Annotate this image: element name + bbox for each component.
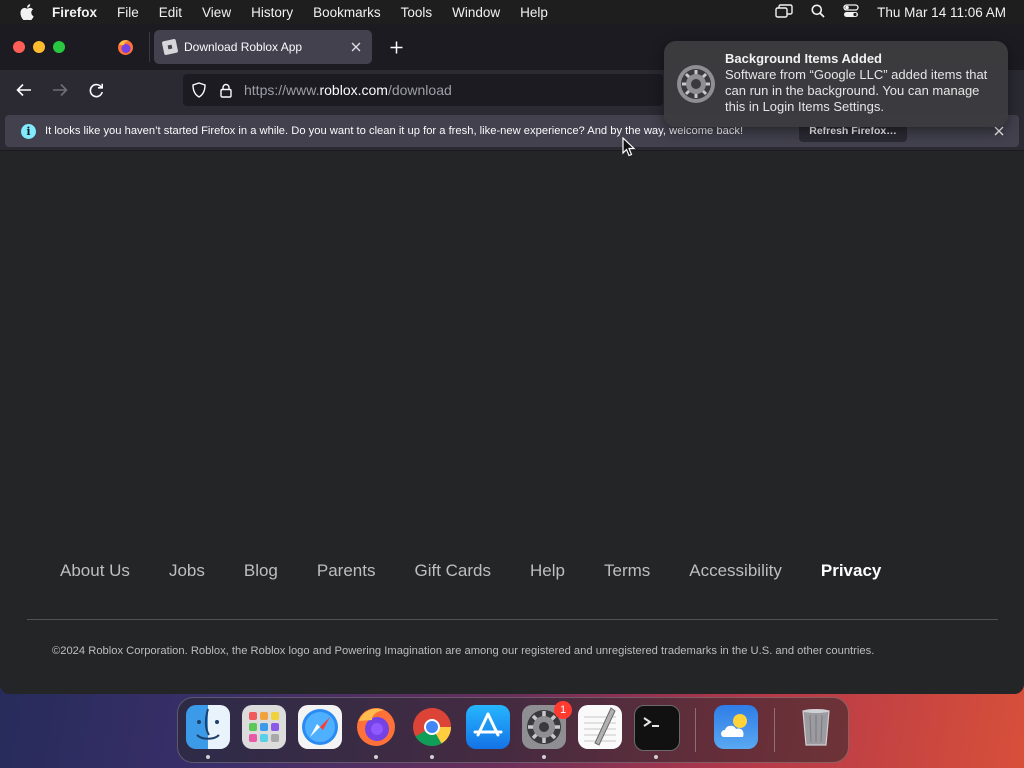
footer-links: About Us Jobs Blog Parents Gift Cards He… [60,561,960,581]
chrome-icon[interactable] [410,705,454,749]
firefox-running-indicator [374,755,378,759]
reload-icon [89,83,103,97]
url-path: /download [387,82,452,98]
menu-help[interactable]: Help [520,5,548,20]
roblox-favicon-icon [161,38,179,56]
footer-link-privacy[interactable]: Privacy [821,561,882,581]
control-center-icon[interactable] [843,3,859,21]
finder-icon[interactable] [186,705,230,749]
footer-link-terms[interactable]: Terms [604,561,650,581]
settings-running-indicator [542,755,546,759]
footer-link-accessibility[interactable]: Accessibility [689,561,782,581]
padlock-icon[interactable] [219,82,233,98]
screen-mirroring-icon[interactable] [775,3,793,21]
terminal-icon[interactable] [634,705,680,751]
window-zoom-button[interactable] [53,41,65,53]
firefox-view-icon[interactable] [117,39,134,56]
background-items-notification[interactable]: Background Items Added Software from “Go… [664,41,1008,127]
mouse-pointer-icon [622,136,636,157]
footer-divider [27,619,998,620]
notification-title: Background Items Added [725,51,882,66]
settings-badge: 1 [554,701,572,719]
footer-link-gift-cards[interactable]: Gift Cards [414,561,491,581]
url-prefix: https://www. [244,82,320,98]
menu-history[interactable]: History [251,5,293,20]
arrow-left-icon [16,83,31,97]
chrome-running-indicator [430,755,434,759]
menu-app-name[interactable]: Firefox [52,5,97,20]
safari-icon[interactable] [298,705,342,749]
dock: 1 [177,697,849,763]
copyright-text: ©2024 Roblox Corporation. Roblox, the Ro… [52,645,875,657]
url-text[interactable]: https://www.roblox.com/download [244,82,452,98]
textedit-icon[interactable] [578,705,622,749]
footer-link-parents[interactable]: Parents [317,561,376,581]
system-settings-gear-icon [676,64,716,104]
reload-button[interactable] [85,79,107,101]
trash-icon[interactable] [794,705,838,749]
plus-icon [390,41,402,53]
menu-edit[interactable]: Edit [159,5,182,20]
terminal-running-indicator [654,755,658,759]
tracking-protection-shield-icon[interactable] [191,82,207,98]
footer-link-blog[interactable]: Blog [244,561,278,581]
firefox-icon[interactable] [354,705,398,749]
launchpad-icon[interactable] [242,705,286,749]
menu-window[interactable]: Window [452,5,500,20]
menu-tools[interactable]: Tools [401,5,433,20]
window-minimize-button[interactable] [33,41,45,53]
tab-title: Download Roblox App [184,40,303,54]
apple-menu-icon[interactable] [18,3,36,21]
window-close-button[interactable] [13,41,25,53]
footer-link-jobs[interactable]: Jobs [169,561,205,581]
tab-download-roblox[interactable]: Download Roblox App [154,30,372,64]
spotlight-search-icon[interactable] [811,4,825,21]
forward-button[interactable] [49,79,71,101]
info-icon: i [21,123,36,139]
dock-separator [695,708,696,752]
menu-clock[interactable]: Thu Mar 14 11:06 AM [877,5,1006,20]
menu-bookmarks[interactable]: Bookmarks [313,5,381,20]
finder-running-indicator [206,755,210,759]
tab-close-icon[interactable] [346,37,366,57]
page-content: About Us Jobs Blog Parents Gift Cards He… [0,151,1024,694]
arrow-right-icon [53,83,68,97]
footer-link-about-us[interactable]: About Us [60,561,130,581]
footer-link-help[interactable]: Help [530,561,565,581]
notification-body: Software from “Google LLC” added items t… [725,67,988,114]
menu-bar: Firefox File Edit View History Bookmarks… [0,0,1024,24]
menu-view[interactable]: View [202,5,231,20]
tab-separator [149,32,150,62]
new-tab-button[interactable] [386,37,406,57]
back-button[interactable] [13,79,35,101]
menu-file[interactable]: File [117,5,139,20]
url-domain: roblox.com [319,82,388,98]
app-store-icon[interactable] [466,705,510,749]
address-bar[interactable]: https://www.roblox.com/download [183,74,663,106]
notification-message: It looks like you haven’t started Firefo… [45,125,744,137]
dock-separator-2 [774,708,775,752]
weather-icon[interactable] [714,705,758,749]
